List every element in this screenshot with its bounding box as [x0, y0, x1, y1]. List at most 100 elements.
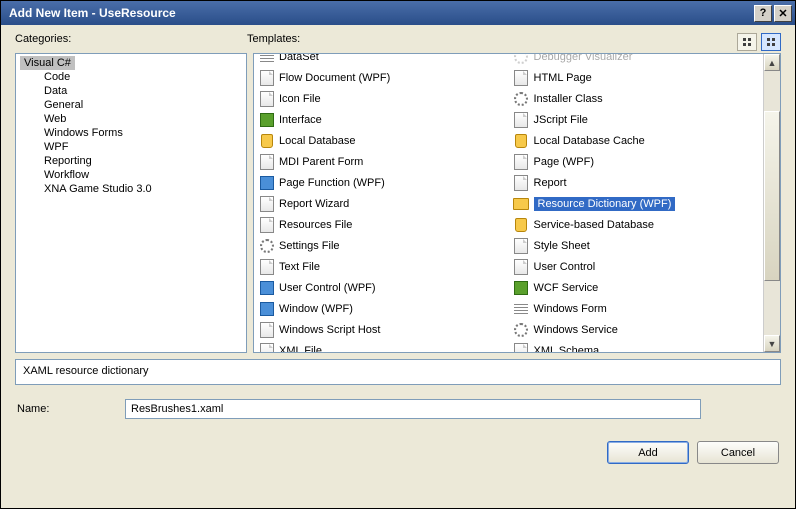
tree-item[interactable]: Data — [44, 84, 246, 98]
gear-icon — [513, 90, 530, 107]
template-item-label: WCF Service — [534, 282, 599, 294]
template-item[interactable]: Windows Script Host — [258, 319, 505, 340]
help-button[interactable]: ? — [754, 5, 772, 22]
template-item[interactable]: Style Sheet — [513, 235, 760, 256]
categories-tree[interactable]: Visual C# CodeDataGeneralWebWindows Form… — [15, 53, 247, 353]
template-item[interactable]: MDI Parent Form — [258, 151, 505, 172]
blue-icon — [258, 300, 275, 317]
tree-item[interactable]: Reporting — [44, 154, 246, 168]
template-item-label: User Control (WPF) — [279, 282, 376, 294]
grid-icon — [258, 53, 275, 65]
templates-label: Templates: — [247, 33, 300, 49]
template-item[interactable]: User Control (WPF) — [258, 277, 505, 298]
template-item[interactable]: DataSet — [258, 53, 505, 67]
scroll-thumb[interactable] — [764, 111, 780, 281]
tree-item[interactable]: General — [44, 98, 246, 112]
template-item-label: Local Database Cache — [534, 135, 645, 147]
gear-icon — [513, 53, 530, 65]
template-item-label: Page Function (WPF) — [279, 177, 385, 189]
page-icon — [258, 342, 275, 353]
template-item-label: Resource Dictionary (WPF) — [534, 197, 676, 211]
template-item[interactable]: Settings File — [258, 235, 505, 256]
view-small-icons-button[interactable] — [761, 33, 781, 51]
templates-list[interactable]: DataSet Flow Document (WPF) Icon File Inter… — [253, 53, 781, 353]
page-icon — [258, 90, 275, 107]
template-item[interactable]: Report Wizard — [258, 193, 505, 214]
template-item[interactable]: Service-based Database — [513, 214, 760, 235]
template-item[interactable]: Windows Service — [513, 319, 760, 340]
template-item-label: Windows Service — [534, 324, 618, 336]
template-item-label: Installer Class — [534, 93, 603, 105]
template-item-label: Service-based Database — [534, 219, 654, 231]
template-item-label: Settings File — [279, 240, 340, 252]
template-item[interactable]: Windows Form — [513, 298, 760, 319]
page-icon — [513, 258, 530, 275]
page-icon — [258, 153, 275, 170]
template-item[interactable]: Icon File — [258, 88, 505, 109]
template-item[interactable]: JScript File — [513, 109, 760, 130]
template-item-label: Window (WPF) — [279, 303, 353, 315]
green-icon — [258, 111, 275, 128]
template-item[interactable]: Resources File — [258, 214, 505, 235]
tree-root[interactable]: Visual C# — [20, 56, 75, 70]
page-icon — [513, 153, 530, 170]
page-icon — [258, 258, 275, 275]
template-item[interactable]: User Control — [513, 256, 760, 277]
blue-icon — [258, 279, 275, 296]
green-icon — [513, 279, 530, 296]
page-icon — [258, 216, 275, 233]
name-input[interactable] — [125, 399, 701, 419]
template-item[interactable]: XML File — [258, 340, 505, 353]
template-item[interactable]: WCF Service — [513, 277, 760, 298]
template-item-label: User Control — [534, 261, 596, 273]
page-icon — [258, 321, 275, 338]
close-button[interactable]: ✕ — [774, 5, 792, 22]
template-item[interactable]: Page (WPF) — [513, 151, 760, 172]
view-large-icons-button[interactable] — [737, 33, 757, 51]
templates-scrollbar[interactable]: ▲ ▼ — [763, 54, 780, 352]
template-item[interactable]: Text File — [258, 256, 505, 277]
template-item[interactable]: XML Schema — [513, 340, 760, 353]
template-item-label: Flow Document (WPF) — [279, 72, 390, 84]
page-icon — [258, 195, 275, 212]
page-icon — [513, 174, 530, 191]
add-button[interactable]: Add — [607, 441, 689, 464]
description-text: XAML resource dictionary — [23, 365, 149, 377]
page-icon — [513, 237, 530, 254]
template-item-label: JScript File — [534, 114, 588, 126]
template-item[interactable]: Resource Dictionary (WPF) — [513, 193, 760, 214]
page-icon — [258, 69, 275, 86]
template-item-label: Windows Form — [534, 303, 607, 315]
template-item[interactable]: Local Database Cache — [513, 130, 760, 151]
template-item-label: Icon File — [279, 93, 321, 105]
tree-item[interactable]: Code — [44, 70, 246, 84]
template-item-label: XML Schema — [534, 345, 600, 354]
template-item-label: Text File — [279, 261, 320, 273]
tree-item[interactable]: XNA Game Studio 3.0 — [44, 182, 246, 196]
tree-item[interactable]: WPF — [44, 140, 246, 154]
template-item[interactable]: Interface — [258, 109, 505, 130]
template-item-label: Style Sheet — [534, 240, 590, 252]
tree-item[interactable]: Windows Forms — [44, 126, 246, 140]
tree-item[interactable]: Web — [44, 112, 246, 126]
page-icon — [513, 69, 530, 86]
template-item[interactable]: Debugger Visualizer — [513, 53, 760, 67]
template-item-label: HTML Page — [534, 72, 592, 84]
description-box: XAML resource dictionary — [15, 359, 781, 385]
cancel-button[interactable]: Cancel — [697, 441, 779, 464]
template-item[interactable]: Window (WPF) — [258, 298, 505, 319]
template-item-label: Report Wizard — [279, 198, 349, 210]
template-item[interactable]: HTML Page — [513, 67, 760, 88]
template-item[interactable]: Page Function (WPF) — [258, 172, 505, 193]
db-icon — [513, 132, 530, 149]
template-item[interactable]: Local Database — [258, 130, 505, 151]
gear-icon — [258, 237, 275, 254]
db-icon — [513, 216, 530, 233]
scroll-down-button[interactable]: ▼ — [764, 335, 780, 352]
folder-icon — [513, 195, 530, 212]
scroll-up-button[interactable]: ▲ — [764, 54, 780, 71]
template-item[interactable]: Report — [513, 172, 760, 193]
template-item[interactable]: Installer Class — [513, 88, 760, 109]
tree-item[interactable]: Workflow — [44, 168, 246, 182]
template-item[interactable]: Flow Document (WPF) — [258, 67, 505, 88]
